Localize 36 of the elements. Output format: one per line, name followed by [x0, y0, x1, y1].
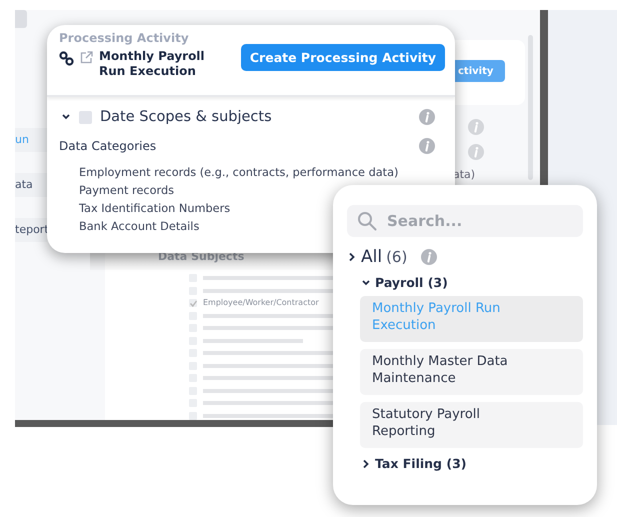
checkbox[interactable] [189, 412, 197, 420]
search-field[interactable]: Search... [347, 205, 583, 237]
search-icon [357, 211, 377, 231]
info-icon[interactable] [468, 144, 484, 160]
chevron-down-icon[interactable] [61, 112, 71, 122]
info-icon[interactable] [421, 249, 438, 265]
list-item[interactable]: Monthly Master Data Maintenance [360, 349, 583, 395]
info-icon[interactable] [419, 138, 435, 154]
activity-name: Monthly Payroll Run Execution [99, 49, 206, 79]
external-link-icon[interactable] [80, 51, 93, 64]
info-icon[interactable] [468, 119, 484, 135]
list-text: Payment records [79, 183, 174, 199]
list-text: Employment records (e.g., contracts, performance data) [79, 165, 398, 181]
logo-placeholder [15, 10, 27, 28]
subsection-title: Data Categories [59, 139, 158, 153]
checkbox[interactable] [79, 110, 92, 124]
count-text: (6) [386, 248, 408, 266]
check-icon [189, 299, 198, 308]
category-label[interactable]: All [361, 247, 382, 267]
checkbox-label: Employee/Worker/Contractor [203, 299, 319, 308]
checkbox[interactable] [189, 299, 197, 308]
group-label[interactable]: Payroll (3) [375, 275, 448, 290]
sidebar-item[interactable]: ata [15, 173, 47, 197]
list-text: Bank Account Details [79, 219, 200, 235]
section-title: Date Scopes & subjects [100, 109, 273, 125]
chevron-right-icon[interactable] [347, 252, 357, 262]
list-item[interactable]: Statutory Payroll Reporting [360, 402, 583, 448]
sidebar-item[interactable]: teport [15, 218, 47, 242]
group-label[interactable]: Tax Filing (3) [375, 456, 466, 471]
scrollbar[interactable] [528, 35, 533, 180]
info-icon[interactable] [419, 109, 435, 125]
chevron-right-icon[interactable] [361, 458, 371, 468]
card-title: Processing Activity [59, 31, 190, 45]
chevron-down-icon[interactable] [361, 278, 371, 288]
link-icon[interactable] [59, 51, 74, 66]
list-text: Tax Identification Numbers [79, 201, 230, 217]
